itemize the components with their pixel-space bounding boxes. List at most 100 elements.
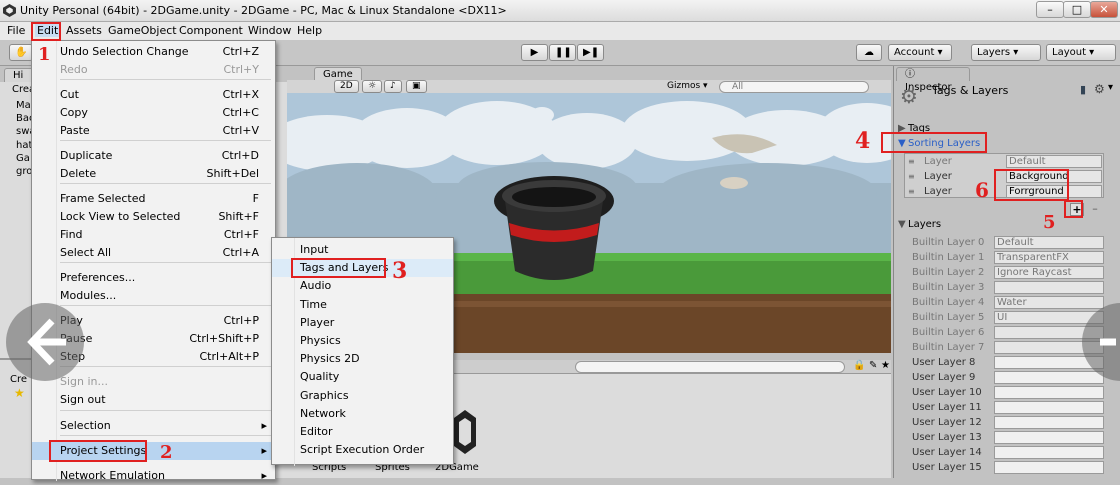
menu-item-shortcut: Ctrl+Z bbox=[222, 45, 259, 58]
menu-item-label: Time bbox=[300, 297, 327, 311]
layer-row[interactable]: User Layer 15 bbox=[894, 460, 1120, 475]
menu-gameobject[interactable]: GameObject bbox=[108, 24, 177, 37]
project-settings-item[interactable]: Audio bbox=[272, 277, 453, 295]
drag-handle-icon[interactable]: ≡ bbox=[908, 184, 915, 199]
2d-toggle[interactable]: 2D bbox=[334, 80, 359, 93]
star-filter-icon[interactable]: ★ bbox=[881, 360, 890, 371]
remove-sorting-layer-button[interactable]: – bbox=[1088, 203, 1102, 216]
layer-label: User Layer 11 bbox=[912, 402, 982, 413]
layer-name-field[interactable] bbox=[994, 386, 1104, 399]
menu-assets[interactable]: Assets bbox=[66, 24, 102, 37]
menu-item-shortcut: Ctrl+D bbox=[221, 149, 259, 162]
project-settings-item[interactable]: Quality bbox=[272, 368, 453, 386]
edit-menu-item[interactable]: Lock View to Selected Shift+F bbox=[32, 208, 275, 226]
project-settings-item[interactable]: Editor bbox=[272, 423, 453, 441]
menu-item-label: Physics 2D bbox=[300, 352, 360, 366]
project-search-input[interactable] bbox=[575, 361, 845, 373]
edit-menu-item[interactable]: Cut Ctrl+X bbox=[32, 86, 275, 104]
hierarchy-item[interactable]: gro bbox=[16, 166, 32, 177]
edit-menu-item[interactable]: Find Ctrl+F bbox=[32, 226, 275, 244]
lighting-icon[interactable]: ☼ bbox=[362, 80, 383, 93]
layer-label: Builtin Layer 5 bbox=[912, 312, 985, 323]
menu-window[interactable]: Window bbox=[248, 24, 291, 37]
edit-menu-item[interactable]: Preferences... bbox=[32, 269, 275, 287]
pause-button[interactable]: ❚❚ bbox=[549, 44, 576, 61]
settings-gear-icon[interactable]: ⚙ bbox=[1094, 82, 1105, 96]
project-settings-item[interactable]: Network bbox=[272, 405, 453, 423]
inspector-panel: ⓘ Inspector ⚙ Tags & Layers ▮ ⚙ ▾ ▶ Tags … bbox=[893, 66, 1120, 478]
maximize-button[interactable]: □ bbox=[1063, 1, 1091, 18]
help-book-icon[interactable]: ▮ bbox=[1080, 83, 1086, 96]
gizmos-dropdown[interactable]: Gizmos ▾ bbox=[667, 81, 708, 91]
project-settings-item[interactable]: Player bbox=[272, 314, 453, 332]
project-settings-item[interactable]: Physics 2D bbox=[272, 350, 453, 368]
previous-slide-button[interactable] bbox=[6, 303, 84, 381]
edit-menu-item[interactable]: Delete Shift+Del bbox=[32, 165, 275, 183]
edit-menu-item[interactable]: Selection ▸ bbox=[32, 417, 275, 435]
project-settings-item[interactable]: Input bbox=[272, 241, 453, 259]
close-button[interactable]: ✕ bbox=[1090, 1, 1118, 18]
menu-item-label: Sign out bbox=[60, 393, 106, 406]
account-dropdown[interactable]: Account ▾ bbox=[888, 44, 952, 61]
cloud-icon[interactable]: ☁ bbox=[856, 44, 882, 61]
menu-component[interactable]: Component bbox=[179, 24, 243, 37]
layer-row[interactable]: User Layer 12 bbox=[894, 415, 1120, 430]
layer-name-field[interactable] bbox=[994, 431, 1104, 444]
tab-game[interactable]: Game bbox=[314, 67, 362, 81]
edit-menu-item[interactable]: Undo Selection Change Ctrl+Z bbox=[32, 43, 275, 61]
project-settings-item[interactable]: Graphics bbox=[272, 387, 453, 405]
tab-hierarchy[interactable]: Hi bbox=[4, 68, 34, 82]
edit-menu-item[interactable]: Network Emulation ▸ bbox=[32, 467, 275, 485]
project-settings-item[interactable]: Script Execution Order bbox=[272, 441, 453, 459]
menu-help[interactable]: Help bbox=[297, 24, 322, 37]
highlight-tags-and-layers bbox=[291, 258, 386, 278]
layer-name-field[interactable] bbox=[994, 446, 1104, 459]
edit-menu-item[interactable]: Sign out bbox=[32, 391, 275, 409]
layout-dropdown[interactable]: Layout ▾ bbox=[1046, 44, 1116, 61]
edit-menu-item[interactable]: Paste Ctrl+V bbox=[32, 122, 275, 140]
layer-name-field[interactable] bbox=[994, 401, 1104, 414]
layer-row[interactable]: User Layer 13 bbox=[894, 430, 1120, 445]
image-icon[interactable]: ▣ bbox=[406, 80, 427, 93]
layer-row[interactable]: User Layer 10 bbox=[894, 385, 1120, 400]
layer-name-field[interactable] bbox=[994, 461, 1104, 474]
next-slide-button[interactable] bbox=[1082, 303, 1120, 381]
layers-dropdown[interactable]: Layers ▾ bbox=[971, 44, 1041, 61]
hand-tool-icon[interactable]: ✋ bbox=[9, 44, 33, 61]
audio-icon[interactable]: ♪ bbox=[384, 80, 402, 93]
layer-row[interactable]: User Layer 11 bbox=[894, 400, 1120, 415]
tag-icon[interactable]: ✎ bbox=[869, 360, 877, 371]
layer-label: User Layer 8 bbox=[912, 357, 976, 368]
sorting-layer-name-field[interactable]: Default bbox=[1006, 155, 1102, 168]
hierarchy-item[interactable]: Ma bbox=[16, 100, 31, 111]
edit-menu-item[interactable]: Frame Selected F bbox=[32, 190, 275, 208]
tab-inspector[interactable]: ⓘ Inspector bbox=[896, 67, 970, 93]
menu-bar: File Edit Assets GameObject Component Wi… bbox=[0, 22, 1120, 40]
edit-menu-item[interactable]: Duplicate Ctrl+D bbox=[32, 147, 275, 165]
edit-menu-item[interactable]: Select All Ctrl+A bbox=[32, 244, 275, 262]
layer-name-field[interactable] bbox=[994, 416, 1104, 429]
menu-item-shortcut: Shift+F bbox=[218, 210, 259, 223]
edit-menu-item[interactable]: Copy Ctrl+C bbox=[32, 104, 275, 122]
project-settings-item[interactable]: Physics bbox=[272, 332, 453, 350]
edit-menu-item: Redo Ctrl+Y bbox=[32, 61, 275, 79]
play-button[interactable]: ▶ bbox=[521, 44, 548, 61]
highlight-edit-menu bbox=[31, 22, 61, 41]
step-button[interactable]: ▶❚ bbox=[577, 44, 604, 61]
sorting-layer-row[interactable]: ≡ Layer Default bbox=[894, 154, 1120, 169]
hierarchy-item[interactable]: hat bbox=[16, 140, 32, 151]
layers-foldout[interactable]: ▼ Layers bbox=[894, 217, 1120, 232]
context-menu-icon[interactable]: ▾ bbox=[1108, 82, 1113, 93]
minimize-button[interactable]: – bbox=[1036, 1, 1064, 18]
hierarchy-item[interactable]: Ga bbox=[16, 153, 30, 164]
lock-icon[interactable]: 🔒 bbox=[853, 360, 865, 371]
favorites-star-icon: ★ bbox=[14, 386, 25, 400]
drag-handle-icon[interactable]: ≡ bbox=[908, 154, 915, 169]
scene-search-input[interactable]: All bbox=[719, 81, 869, 93]
layer-row[interactable]: User Layer 14 bbox=[894, 445, 1120, 460]
drag-handle-icon[interactable]: ≡ bbox=[908, 169, 915, 184]
menu-file[interactable]: File bbox=[7, 24, 25, 37]
inspector-tab-icon: ⓘ bbox=[905, 69, 915, 80]
layer-label: Builtin Layer 4 bbox=[912, 297, 985, 308]
project-settings-item[interactable]: Time bbox=[272, 296, 453, 314]
